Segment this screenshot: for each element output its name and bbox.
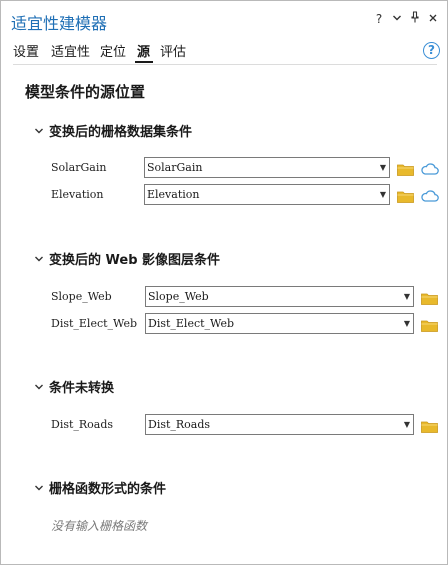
section-title: 条件未转换 — [49, 381, 115, 396]
section-title: 栅格函数形式的条件 — [49, 482, 167, 497]
options-menu-icon[interactable] — [390, 11, 404, 27]
dropdown-arrow-icon: ▼ — [403, 319, 410, 328]
help-button-icon[interactable]: ? — [423, 42, 440, 59]
source-combo-dist-elect-web[interactable]: Dist_Elect_Web ▼ — [145, 313, 414, 334]
condition-label-slope-web: Slope_Web — [51, 290, 112, 303]
condition-label-elevation: Elevation — [51, 188, 104, 201]
tab-divider — [13, 64, 437, 65]
section-untransformed-header[interactable]: 条件未转换 — [34, 377, 114, 396]
combo-value: Elevation — [147, 188, 200, 201]
section-title: 变换后的栅格数据集条件 — [49, 125, 193, 140]
dropdown-arrow-icon: ▼ — [403, 292, 410, 301]
active-tab-indicator — [135, 61, 153, 63]
close-icon[interactable] — [426, 11, 440, 27]
section-web-imagery-header[interactable]: 变换后的 Web 影像图层条件 — [34, 249, 220, 268]
folder-icon[interactable] — [397, 161, 414, 176]
source-combo-solargain[interactable]: SolarGain ▼ — [144, 157, 390, 178]
dropdown-arrow-icon: ▼ — [403, 420, 410, 429]
chevron-down-icon — [34, 255, 46, 266]
suitability-modeler-pane: 适宜性建模器 ? 设置 适宜性 定位 源 评估 ? 模型条件的源位置 变换后的栅… — [0, 0, 448, 565]
section-transformed-raster-header[interactable]: 变换后的栅格数据集条件 — [34, 121, 192, 140]
title-bar: 适宜性建模器 ? — [2, 2, 448, 36]
folder-icon[interactable] — [421, 290, 438, 305]
help-control-icon[interactable]: ? — [372, 11, 386, 27]
page-title: 模型条件的源位置 — [25, 83, 146, 101]
source-combo-dist-roads[interactable]: Dist_Roads ▼ — [145, 414, 414, 435]
combo-value: SolarGain — [147, 161, 203, 174]
folder-icon[interactable] — [397, 188, 414, 203]
tab-source[interactable]: 源 — [137, 41, 150, 60]
section-title: 变换后的 Web 影像图层条件 — [49, 253, 221, 268]
combo-value: Dist_Roads — [148, 418, 211, 431]
folder-icon[interactable] — [421, 317, 438, 332]
section-raster-function-header[interactable]: 栅格函数形式的条件 — [34, 478, 166, 497]
source-combo-slope-web[interactable]: Slope_Web ▼ — [145, 286, 414, 307]
tab-settings[interactable]: 设置 — [13, 41, 39, 60]
cloud-icon[interactable] — [421, 187, 439, 202]
source-combo-elevation[interactable]: Elevation ▼ — [144, 184, 390, 205]
combo-value: Dist_Elect_Web — [148, 317, 235, 330]
empty-raster-function-note: 没有输入栅格函数 — [51, 519, 148, 533]
chevron-down-icon — [34, 484, 46, 495]
dropdown-arrow-icon: ▼ — [379, 190, 386, 199]
tab-evaluate[interactable]: 评估 — [160, 41, 186, 60]
tab-suitability[interactable]: 适宜性 — [51, 41, 90, 60]
folder-icon[interactable] — [421, 418, 438, 433]
condition-label-dist-elect-web: Dist_Elect_Web — [51, 317, 138, 330]
cloud-icon[interactable] — [421, 160, 439, 175]
dropdown-arrow-icon: ▼ — [379, 163, 386, 172]
chevron-down-icon — [34, 383, 46, 394]
condition-label-dist-roads: Dist_Roads — [51, 418, 114, 431]
chevron-down-icon — [34, 127, 46, 138]
combo-value: Slope_Web — [148, 290, 209, 303]
tab-locate[interactable]: 定位 — [100, 41, 126, 60]
pin-icon[interactable] — [408, 11, 422, 27]
condition-label-solargain: SolarGain — [51, 161, 107, 174]
pane-title: 适宜性建模器 — [11, 14, 108, 33]
